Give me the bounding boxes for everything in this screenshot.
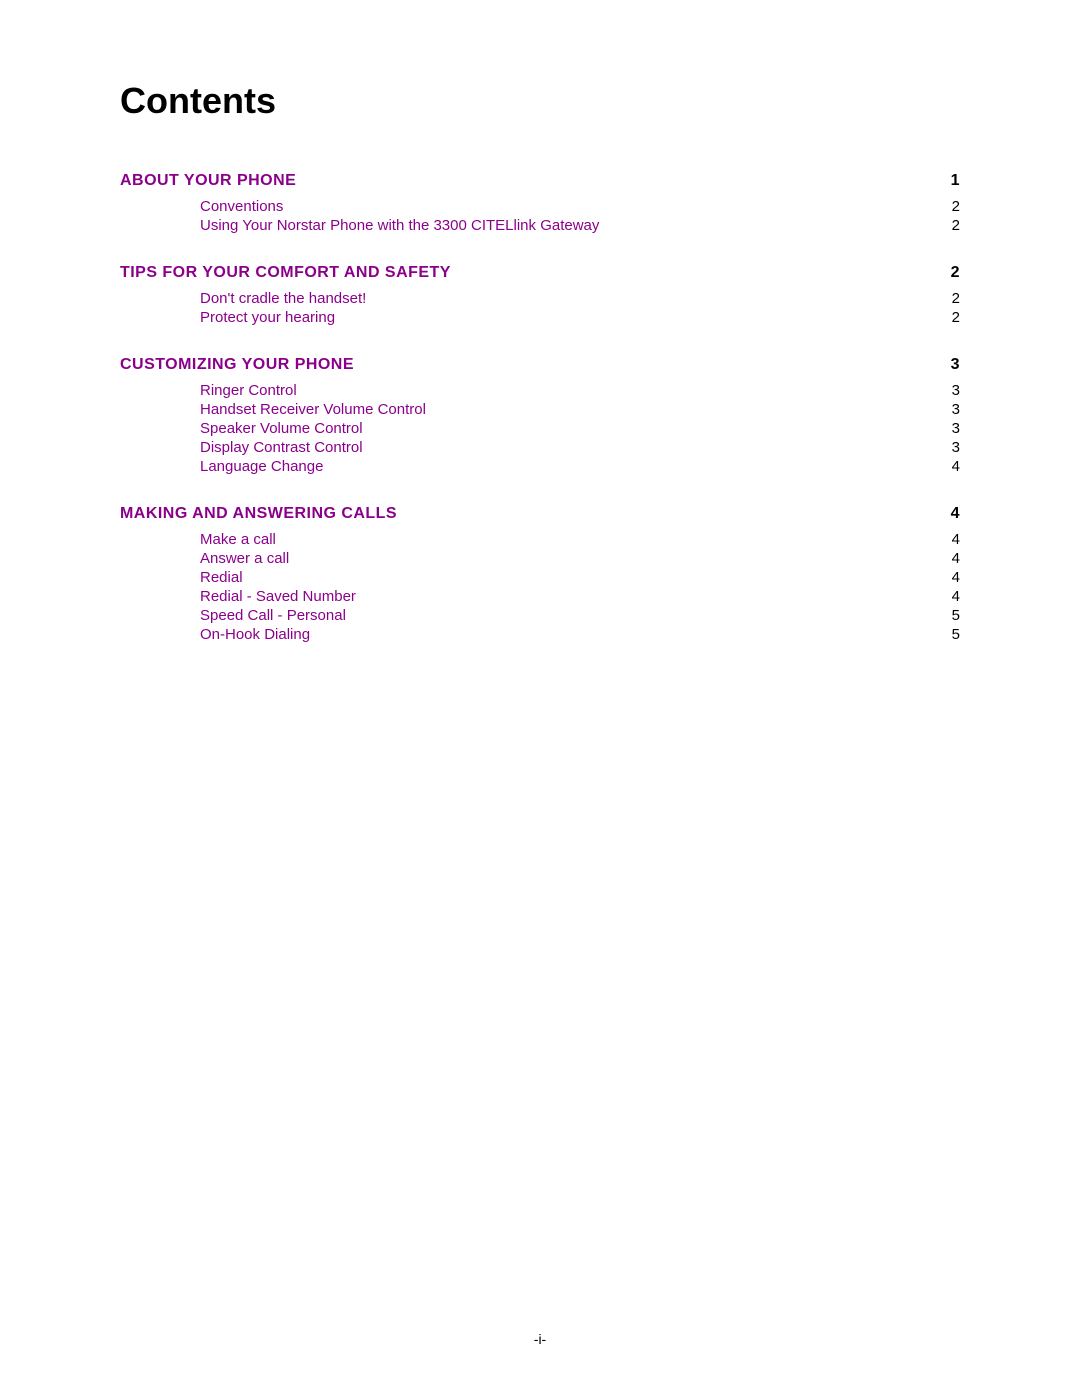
toc-item-label: Don't cradle the handset! — [200, 290, 366, 307]
toc-item-label: Display Contrast Control — [200, 439, 363, 456]
toc-item-page: 5 — [930, 626, 960, 643]
toc-item-page: 3 — [930, 420, 960, 437]
toc-item: On-Hook Dialing 5 — [200, 626, 960, 643]
toc-heading-page: 2 — [930, 264, 960, 282]
toc-items-making-answering-calls: Make a call4Answer a call4Redial4Redial … — [200, 531, 960, 643]
toc-items-about-your-phone: Conventions 2 Using Your Norstar Phone wit… — [200, 198, 960, 234]
toc-item: Conventions 2 — [200, 198, 960, 215]
toc-heading-tips-comfort-safety: TIPS FOR YOUR COMFORT AND SAFETY 2 — [120, 264, 960, 282]
toc-container: ABOUT YOUR PHONE 1 Conventions 2 Using Your … — [120, 172, 960, 643]
toc-item-page: 5 — [930, 607, 960, 624]
toc-item-label: On-Hook Dialing — [200, 626, 310, 643]
toc-item-page: 4 — [930, 458, 960, 475]
toc-item-label: Answer a call — [200, 550, 289, 567]
toc-item-label: Handset Receiver Volume Control — [200, 401, 426, 418]
toc-item-label: Speaker Volume Control — [200, 420, 363, 437]
page-footer: -i- — [0, 1331, 1080, 1347]
toc-item: Answer a call 4 — [200, 550, 960, 567]
toc-heading-page: 4 — [930, 505, 960, 523]
page-title: Contents — [120, 80, 960, 122]
toc-section-customizing-your-phone: CUSTOMIZING YOUR PHONE3Ringer Control3Ha… — [120, 356, 960, 475]
toc-item-label: Language Change — [200, 458, 323, 475]
toc-item-page: 4 — [930, 588, 960, 605]
toc-heading-page: 1 — [930, 172, 960, 190]
toc-heading-page: 3 — [930, 356, 960, 374]
toc-item-label: Redial - Saved Number — [200, 588, 356, 605]
toc-item-page: 4 — [930, 550, 960, 567]
toc-heading-label: CUSTOMIZING YOUR PHONE — [120, 356, 354, 374]
toc-heading-making-answering-calls: MAKING AND ANSWERING CALLS 4 — [120, 505, 960, 523]
toc-item-page: 2 — [930, 198, 960, 215]
toc-item-page: 2 — [930, 217, 960, 234]
toc-item: Using Your Norstar Phone with the 3300 C… — [200, 217, 960, 234]
toc-item-page: 4 — [930, 569, 960, 586]
toc-item-page: 2 — [930, 290, 960, 307]
toc-item-page: 4 — [930, 531, 960, 548]
toc-item: Don't cradle the handset! 2 — [200, 290, 960, 307]
toc-item: Speed Call - Personal 5 — [200, 607, 960, 624]
toc-items-tips-comfort-safety: Don't cradle the handset!2Protect your h… — [200, 290, 960, 326]
toc-item-page: 3 — [930, 382, 960, 399]
toc-items-customizing-your-phone: Ringer Control3Handset Receiver Volume C… — [200, 382, 960, 475]
toc-item: Redial 4 — [200, 569, 960, 586]
toc-heading-label: ABOUT YOUR PHONE — [120, 172, 296, 190]
toc-item-label: Redial — [200, 569, 243, 586]
toc-item: Redial - Saved Number 4 — [200, 588, 960, 605]
toc-section-making-answering-calls: MAKING AND ANSWERING CALLS4Make a call4A… — [120, 505, 960, 643]
toc-section-tips-comfort-safety: TIPS FOR YOUR COMFORT AND SAFETY2Don't c… — [120, 264, 960, 326]
toc-item: Protect your hearing 2 — [200, 309, 960, 326]
toc-item-label: Conventions — [200, 198, 283, 215]
page: Contents ABOUT YOUR PHONE 1 Conventions 2 Us… — [0, 0, 1080, 1397]
toc-heading-label: MAKING AND ANSWERING CALLS — [120, 505, 397, 523]
toc-item: Display Contrast Control 3 — [200, 439, 960, 456]
toc-heading-about-your-phone: ABOUT YOUR PHONE 1 — [120, 172, 960, 190]
toc-item-label: Using Your Norstar Phone with the 3300 C… — [200, 217, 599, 234]
toc-section-about-your-phone: ABOUT YOUR PHONE 1 Conventions 2 Using Your … — [120, 172, 960, 234]
toc-item: Speaker Volume Control 3 — [200, 420, 960, 437]
toc-item-page: 3 — [930, 439, 960, 456]
toc-item: Ringer Control 3 — [200, 382, 960, 399]
toc-heading-label: TIPS FOR YOUR COMFORT AND SAFETY — [120, 264, 451, 282]
toc-item: Make a call 4 — [200, 531, 960, 548]
toc-item-label: Protect your hearing — [200, 309, 335, 326]
toc-item: Language Change 4 — [200, 458, 960, 475]
toc-item-label: Make a call — [200, 531, 276, 548]
toc-heading-customizing-your-phone: CUSTOMIZING YOUR PHONE 3 — [120, 356, 960, 374]
toc-item-label: Speed Call - Personal — [200, 607, 346, 624]
toc-item-page: 2 — [930, 309, 960, 326]
toc-item-page: 3 — [930, 401, 960, 418]
toc-item: Handset Receiver Volume Control 3 — [200, 401, 960, 418]
toc-item-label: Ringer Control — [200, 382, 297, 399]
